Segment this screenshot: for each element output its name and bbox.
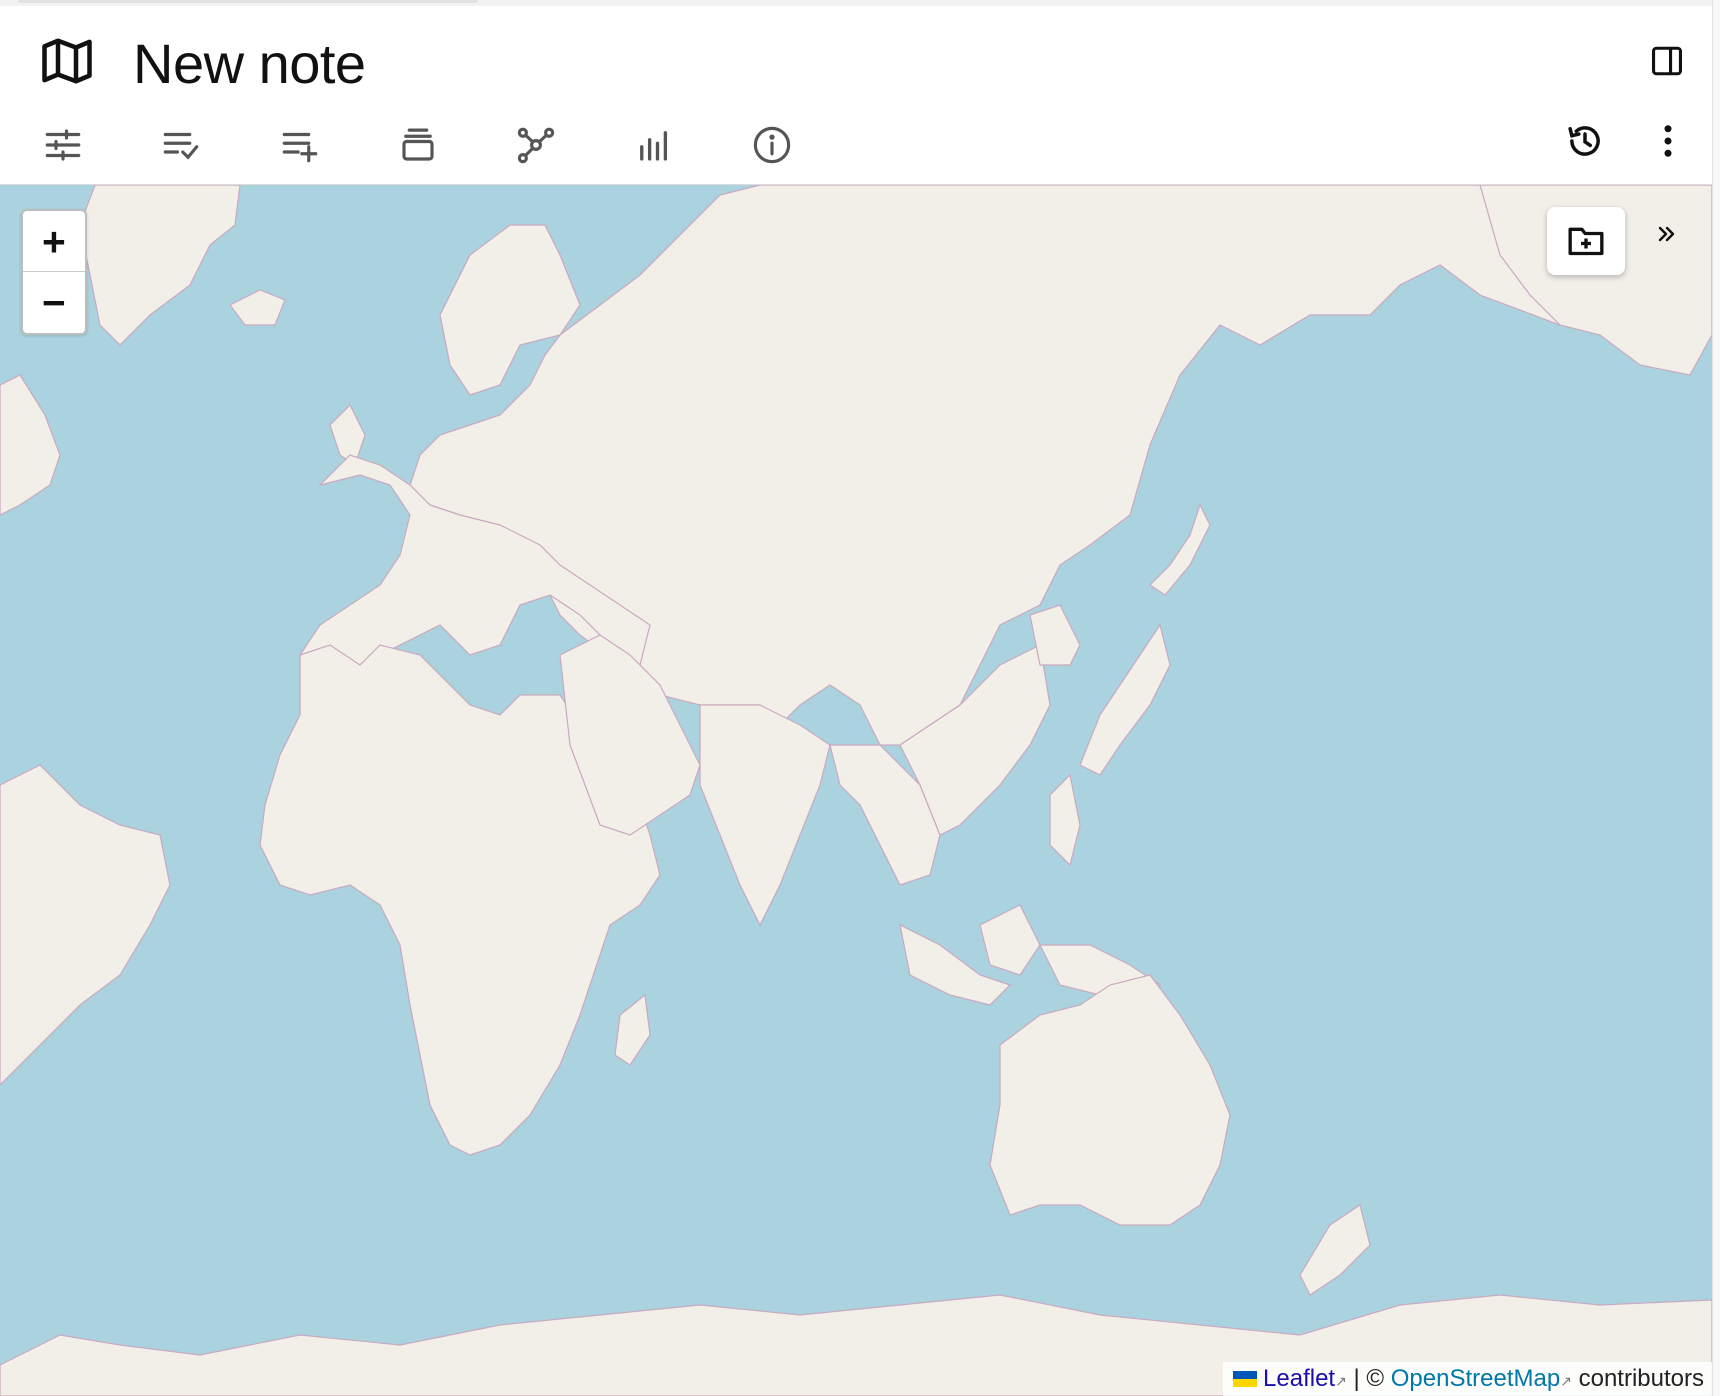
note-panel: New note + − Leaflet↗ | © OpenStreetMap↗…	[0, 6, 1712, 1396]
map-view[interactable]: + − Leaflet↗ | © OpenStreetMap↗ contribu…	[0, 185, 1712, 1396]
world-map-tiles[interactable]	[0, 185, 1712, 1396]
attribution-contributors: contributors	[1578, 1365, 1704, 1392]
stack-icon[interactable]	[395, 122, 441, 168]
map-attribution: Leaflet↗ | © OpenStreetMap↗ contributors	[1223, 1362, 1712, 1396]
expand-panel-button[interactable]	[1652, 219, 1682, 249]
external-link-icon: ↗	[1335, 1373, 1347, 1389]
attribution-separator: |	[1353, 1365, 1360, 1392]
note-toolbar	[0, 106, 1712, 185]
map-icon	[42, 38, 92, 84]
zoom-control: + −	[21, 209, 87, 335]
double-chevron-right-icon	[1658, 226, 1675, 242]
attribution-copyright: ©	[1366, 1365, 1385, 1392]
zoom-out-button[interactable]: −	[23, 272, 85, 332]
external-link-icon: ↗	[1560, 1373, 1572, 1389]
add-folder-button[interactable]	[1547, 207, 1625, 275]
zoom-in-button[interactable]: +	[23, 211, 85, 272]
window-right-edge	[1712, 0, 1720, 1396]
leaflet-link[interactable]: Leaflet	[1263, 1365, 1335, 1392]
info-icon[interactable]	[749, 122, 795, 168]
ukraine-flag-icon	[1233, 1371, 1258, 1387]
settings-sliders-icon[interactable]	[40, 122, 86, 168]
bar-chart-icon[interactable]	[631, 122, 677, 168]
graph-nodes-icon[interactable]	[513, 122, 559, 168]
openstreetmap-link[interactable]: OpenStreetMap	[1391, 1365, 1560, 1392]
more-vertical-icon[interactable]	[1645, 118, 1691, 164]
note-header: New note	[0, 6, 1712, 106]
sidebar-toggle-icon[interactable]	[1650, 44, 1684, 78]
history-icon[interactable]	[1562, 118, 1608, 164]
checklist-icon[interactable]	[158, 122, 204, 168]
tab-edge	[18, 0, 478, 3]
add-to-list-icon[interactable]	[277, 122, 323, 168]
note-title[interactable]: New note	[133, 28, 366, 100]
folder-plus-icon	[1568, 227, 1604, 256]
